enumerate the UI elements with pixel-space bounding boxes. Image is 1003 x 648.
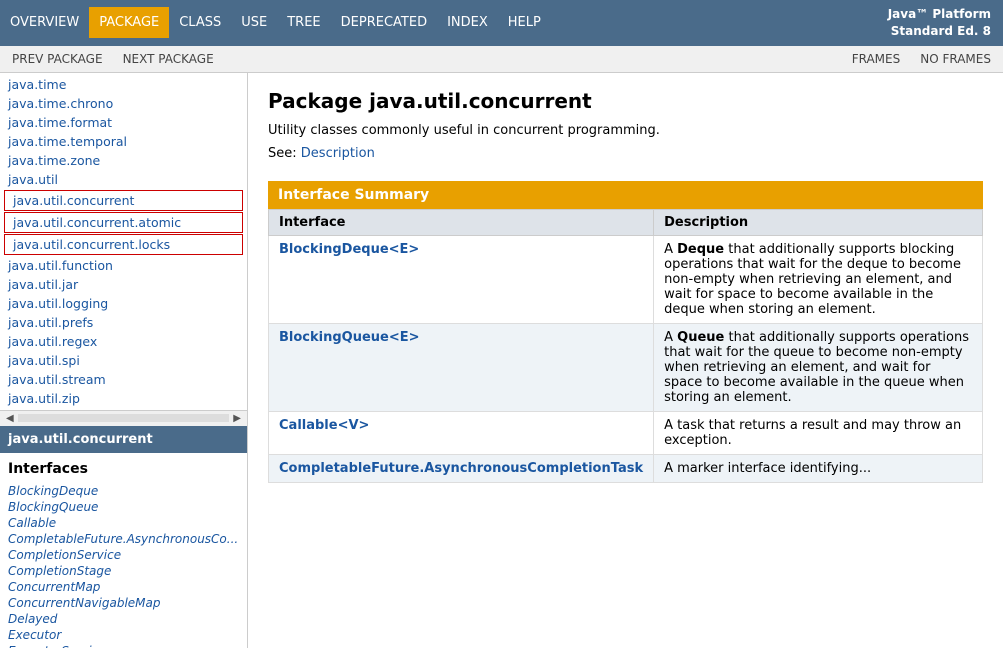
frames-link[interactable]: FRAMES: [848, 50, 905, 68]
iface-name-cell: CompletableFuture.AsynchronousCompletion…: [269, 454, 654, 482]
scroll-left-icon[interactable]: ◀: [4, 413, 16, 424]
pkg-java-time-chrono: java.time.chrono: [0, 94, 247, 113]
nav-overview[interactable]: OVERVIEW: [0, 7, 89, 38]
top-navigation: OVERVIEW PACKAGE CLASS USE TREE DEPRECAT…: [0, 0, 1003, 46]
pkg-java-util-concurrent-atomic: java.util.concurrent.atomic: [4, 212, 243, 233]
iface-blocking-deque: BlockingDeque: [0, 483, 247, 499]
pkg-java-time-zone: java.time.zone: [0, 151, 247, 170]
blocking-queue-desc: A Queue that additionally supports opera…: [654, 323, 983, 411]
nav-class[interactable]: CLASS: [169, 7, 231, 38]
iface-executor: Executor: [0, 627, 247, 643]
iface-callable: Callable: [0, 515, 247, 531]
iface-concurrent-navigable-map: ConcurrentNavigableMap: [0, 595, 247, 611]
sidebar-scroll[interactable]: java.time java.time.chrono java.time.for…: [0, 73, 247, 648]
nav-index[interactable]: INDEX: [437, 7, 498, 38]
pkg-java-util: java.util: [0, 170, 247, 189]
no-frames-link[interactable]: NO FRAMES: [916, 50, 995, 68]
iface-completable-future-async: CompletableFuture.AsynchronousCo...: [0, 531, 247, 547]
completable-future-link[interactable]: CompletableFuture.AsynchronousCompletion…: [279, 461, 643, 476]
blocking-deque-link[interactable]: BlockingDeque<E>: [279, 242, 419, 257]
scroll-right-icon[interactable]: ▶: [231, 413, 243, 424]
nav-help[interactable]: HELP: [498, 7, 551, 38]
iface-completion-service: CompletionService: [0, 547, 247, 563]
interface-summary-header: Interface Summary: [268, 181, 983, 209]
main-layout: java.time java.time.chrono java.time.for…: [0, 73, 1003, 648]
interface-list: BlockingDeque BlockingQueue Callable Com…: [0, 481, 247, 648]
nav-use[interactable]: USE: [231, 7, 277, 38]
iface-delayed: Delayed: [0, 611, 247, 627]
nav-package[interactable]: PACKAGE: [89, 7, 169, 38]
iface-name-cell: Callable<V>: [269, 411, 654, 454]
pkg-java-time: java.time: [0, 75, 247, 94]
page-title: Package java.util.concurrent: [268, 89, 983, 113]
blocking-deque-desc: A Deque that additionally supports block…: [654, 235, 983, 323]
col-description: Description: [654, 209, 983, 235]
next-package-link[interactable]: NEXT PACKAGE: [119, 50, 218, 68]
nav-deprecated[interactable]: DEPRECATED: [331, 7, 437, 38]
iface-executor-service: ExecutorService: [0, 643, 247, 648]
prev-package-link[interactable]: PREV PACKAGE: [8, 50, 107, 68]
pkg-java-util-zip: java.util.zip: [0, 389, 247, 408]
nav-links: OVERVIEW PACKAGE CLASS USE TREE DEPRECAT…: [0, 0, 551, 46]
pkg-java-util-logging: java.util.logging: [0, 294, 247, 313]
pkg-java-util-concurrent: java.util.concurrent: [4, 190, 243, 211]
iface-concurrent-map: ConcurrentMap: [0, 579, 247, 595]
pkg-java-util-concurrent-locks: java.util.concurrent.locks: [4, 234, 243, 255]
iface-name-cell: BlockingDeque<E>: [269, 235, 654, 323]
interface-summary-table: Interface Description BlockingDeque<E> A…: [268, 209, 983, 483]
table-row: CompletableFuture.AsynchronousCompletion…: [269, 454, 983, 482]
pkg-java-util-spi: java.util.spi: [0, 351, 247, 370]
pkg-java-util-function: java.util.function: [0, 256, 247, 275]
iface-name-cell: BlockingQueue<E>: [269, 323, 654, 411]
nav-tree[interactable]: TREE: [277, 7, 330, 38]
interfaces-section-title: Interfaces: [0, 453, 247, 481]
sidebar: java.time java.time.chrono java.time.for…: [0, 73, 248, 648]
pkg-java-util-prefs: java.util.prefs: [0, 313, 247, 332]
sub-navigation: PREV PACKAGE NEXT PACKAGE FRAMES NO FRAM…: [0, 46, 1003, 73]
completable-future-desc: A marker interface identifying...: [654, 454, 983, 482]
callable-link[interactable]: Callable<V>: [279, 418, 369, 433]
pkg-java-util-stream: java.util.stream: [0, 370, 247, 389]
col-interface: Interface: [269, 209, 654, 235]
pkg-java-time-temporal: java.time.temporal: [0, 132, 247, 151]
table-row: BlockingDeque<E> A Deque that additional…: [269, 235, 983, 323]
package-description: Utility classes commonly useful in concu…: [268, 123, 983, 138]
table-row: Callable<V> A task that returns a result…: [269, 411, 983, 454]
iface-blocking-queue: BlockingQueue: [0, 499, 247, 515]
description-link[interactable]: Description: [301, 146, 375, 161]
table-row: BlockingQueue<E> A Queue that additional…: [269, 323, 983, 411]
package-list: java.time java.time.chrono java.time.for…: [0, 73, 247, 410]
current-package-header: java.util.concurrent: [0, 426, 247, 453]
see-also: See: Description: [268, 146, 983, 161]
callable-desc: A task that returns a result and may thr…: [654, 411, 983, 454]
brand: Java™ Platform Standard Ed. 8: [876, 0, 1003, 46]
blocking-queue-link[interactable]: BlockingQueue<E>: [279, 330, 420, 345]
pkg-java-util-jar: java.util.jar: [0, 275, 247, 294]
pkg-java-time-format: java.time.format: [0, 113, 247, 132]
pkg-java-util-regex: java.util.regex: [0, 332, 247, 351]
iface-completion-stage: CompletionStage: [0, 563, 247, 579]
main-content: Package java.util.concurrent Utility cla…: [248, 73, 1003, 648]
